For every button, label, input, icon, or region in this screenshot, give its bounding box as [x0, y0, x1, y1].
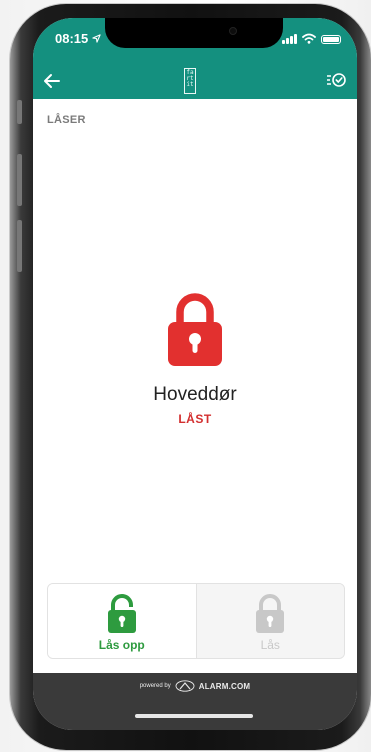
alarm-com-brand: ALARM.COM — [198, 681, 251, 691]
mute-switch — [17, 100, 22, 124]
padlock-unlocked-icon — [107, 594, 136, 633]
app-header: fa rt it — [33, 62, 357, 99]
status-time-text: 08:15 — [55, 31, 89, 46]
volume-down-button — [17, 220, 22, 272]
scenes-icon[interactable] — [325, 69, 347, 91]
status-icons — [282, 32, 341, 44]
unlock-label: Lås opp — [98, 638, 145, 652]
lock-name: Hoveddør — [153, 384, 237, 405]
app-screen: 08:15 fa rt it LÅSER Hoveddør LÅST Lås o… — [33, 18, 357, 730]
battery-icon — [321, 35, 341, 44]
location-arrow-icon — [92, 34, 101, 43]
wifi-icon — [302, 33, 316, 44]
alarm-com-logo-icon — [175, 680, 195, 692]
padlock-locked-icon — [168, 293, 222, 366]
back-arrow-icon[interactable] — [39, 68, 65, 94]
section-title: LÅSER — [47, 114, 86, 126]
lock-label: Lås — [260, 638, 280, 652]
volume-up-button — [17, 154, 22, 206]
app-logo-icon: fa rt it — [184, 68, 196, 94]
home-indicator[interactable] — [135, 714, 253, 718]
signal-icon — [282, 34, 297, 44]
front-camera — [229, 27, 237, 35]
lock-button[interactable]: Lås — [196, 584, 344, 658]
status-time: 08:15 — [55, 31, 101, 46]
lock-status: LÅST — [178, 412, 212, 426]
lock-action-panel: Lås opp Lås — [47, 583, 345, 659]
footer: powered by ALARM.COM — [33, 673, 357, 730]
powered-by-text: powered by — [139, 683, 171, 689]
app-logo-text: fa rt it — [186, 69, 194, 88]
notch — [105, 18, 283, 48]
unlock-button[interactable]: Lås opp — [48, 584, 197, 658]
powered-by: powered by ALARM.COM — [33, 680, 357, 692]
padlock-icon — [256, 594, 285, 633]
